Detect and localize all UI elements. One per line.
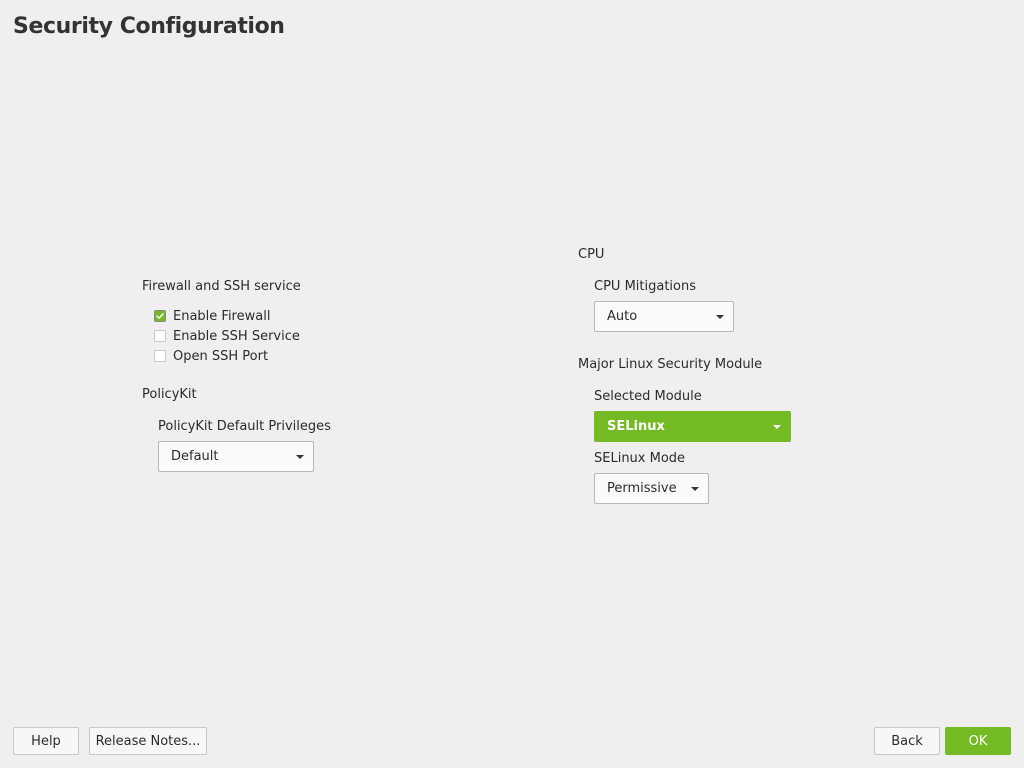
selected-module-dropdown[interactable]: SELinux <box>594 411 791 442</box>
enable-ssh-service-checkbox[interactable]: Enable SSH Service <box>154 327 300 345</box>
security-configuration-dialog: Security Configuration Firewall and SSH … <box>0 0 1024 768</box>
lsm-section-heading: Major Linux Security Module <box>578 357 763 372</box>
release-notes-button-label: Release Notes... <box>95 733 201 749</box>
help-button[interactable]: Help <box>13 727 79 755</box>
ok-button[interactable]: OK <box>945 727 1011 755</box>
policykit-privileges-label: PolicyKit Default Privileges <box>158 419 331 434</box>
policykit-privileges-dropdown[interactable]: Default <box>158 441 314 472</box>
checkbox-box[interactable] <box>154 350 166 362</box>
firewall-section-heading: Firewall and SSH service <box>142 279 301 294</box>
back-button-label: Back <box>891 733 923 749</box>
release-notes-button[interactable]: Release Notes... <box>89 727 207 755</box>
open-ssh-port-checkbox[interactable]: Open SSH Port <box>154 347 268 365</box>
back-button[interactable]: Back <box>874 727 940 755</box>
chevron-down-icon <box>773 425 781 429</box>
ok-button-label: OK <box>968 733 988 749</box>
chevron-down-icon <box>716 315 724 319</box>
help-button-label: Help <box>31 733 61 749</box>
chevron-down-icon <box>691 487 699 491</box>
enable-ssh-service-label: Enable SSH Service <box>173 328 300 344</box>
selinux-mode-dropdown[interactable]: Permissive <box>594 473 709 504</box>
cpu-mitigations-label: CPU Mitigations <box>594 279 696 294</box>
page-title: Security Configuration <box>13 14 285 39</box>
checkbox-box[interactable] <box>154 330 166 342</box>
selinux-mode-label: SELinux Mode <box>594 451 686 466</box>
selected-module-label: Selected Module <box>594 389 702 404</box>
enable-firewall-checkbox[interactable]: Enable Firewall <box>154 307 270 325</box>
cpu-mitigations-dropdown[interactable]: Auto <box>594 301 734 332</box>
chevron-down-icon <box>296 455 304 459</box>
checkbox-box[interactable] <box>154 310 166 322</box>
enable-firewall-label: Enable Firewall <box>173 308 271 324</box>
policykit-section-heading: PolicyKit <box>142 387 197 402</box>
selected-module-value: SELinux <box>607 419 665 434</box>
cpu-mitigations-value: Auto <box>607 309 638 324</box>
open-ssh-port-label: Open SSH Port <box>173 348 269 364</box>
policykit-privileges-value: Default <box>171 449 219 464</box>
check-icon <box>155 311 165 321</box>
cpu-section-heading: CPU <box>578 247 605 262</box>
selinux-mode-value: Permissive <box>607 481 677 496</box>
